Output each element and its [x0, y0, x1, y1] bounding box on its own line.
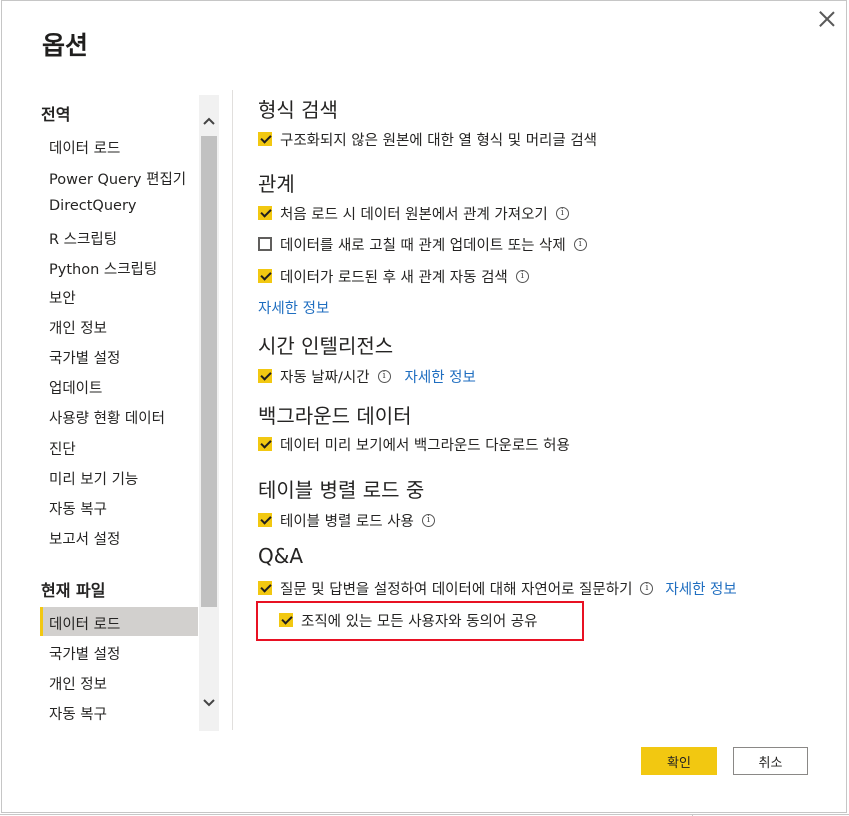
option-parallel-load[interactable]: 테이블 병렬 로드 사용 i [258, 510, 435, 530]
sidebar-item-file-data-load[interactable]: 데이터 로드 [49, 613, 120, 634]
sidebar-item-r-scripting[interactable]: R 스크립팅 [49, 228, 117, 249]
checkbox-unchecked-icon[interactable] [258, 237, 272, 251]
checkbox-checked-icon[interactable] [258, 206, 272, 220]
sidebar-item-updates[interactable]: 업데이트 [49, 377, 102, 398]
option-autodetect-relationships[interactable]: 데이터가 로드된 후 새 관계 자동 검색 i [258, 266, 529, 286]
option-qna[interactable]: 질문 및 답변을 설정하여 데이터에 대해 자연어로 질문하기 i 자세한 정보 [258, 578, 737, 598]
checkbox-checked-icon[interactable] [258, 513, 272, 527]
sidebar-item-security[interactable]: 보안 [49, 287, 76, 308]
sidebar-item-privacy[interactable]: 개인 정보 [49, 317, 107, 338]
sidebar-item-python-scripting[interactable]: Python 스크립팅 [49, 258, 157, 279]
option-update-relationships[interactable]: 데이터를 새로 고칠 때 관계 업데이트 또는 삭제 i [258, 234, 587, 254]
group-heading-time-intelligence: 시간 인텔리전스 [258, 334, 394, 358]
sidebar-item-file-regional-settings[interactable]: 국가별 설정 [49, 643, 120, 664]
info-icon[interactable]: i [515, 269, 529, 283]
option-label: 자동 날짜/시간 [280, 369, 370, 386]
group-heading-relationships: 관계 [258, 172, 295, 196]
info-icon[interactable]: i [573, 237, 587, 251]
info-icon[interactable]: i [421, 513, 435, 527]
option-label: 테이블 병렬 로드 사용 [280, 513, 414, 530]
sidebar-item-diagnostics[interactable]: 진단 [49, 438, 76, 459]
learn-more-link-relationships[interactable]: 자세한 정보 [258, 297, 329, 318]
checkbox-checked-icon[interactable] [258, 369, 272, 383]
sidebar-item-regional-settings[interactable]: 국가별 설정 [49, 347, 120, 368]
sidebar-heading-global: 전역 [41, 105, 71, 124]
option-label: 질문 및 답변을 설정하여 데이터에 대해 자연어로 질문하기 [280, 581, 633, 598]
group-heading-qna: Q&A [258, 544, 304, 568]
option-label: 데이터를 새로 고칠 때 관계 업데이트 또는 삭제 [280, 237, 566, 254]
close-icon[interactable] [814, 7, 840, 33]
background-edge-line [0, 814, 849, 815]
dialog-title: 옵션 [42, 31, 89, 60]
option-label: 데이터 미리 보기에서 백그라운드 다운로드 허용 [280, 437, 570, 454]
info-icon[interactable]: i [377, 369, 391, 383]
sidebar-selection-indicator [40, 607, 43, 636]
ok-button[interactable]: 확인 [641, 747, 717, 775]
sidebar-item-file-privacy[interactable]: 개인 정보 [49, 673, 107, 694]
sidebar-heading-current-file: 현재 파일 [41, 581, 106, 600]
option-type-detection[interactable]: 구조화되지 않은 원본에 대한 열 형식 및 머리글 검색 [258, 129, 597, 149]
checkbox-checked-icon[interactable] [258, 132, 272, 146]
sidebar-item-file-auto-recovery[interactable]: 자동 복구 [49, 703, 107, 724]
cancel-button[interactable]: 취소 [733, 747, 808, 775]
sidebar-item-directquery[interactable]: DirectQuery [49, 198, 136, 214]
chevron-up-icon[interactable] [201, 114, 217, 130]
group-heading-type-detection: 형식 검색 [258, 98, 338, 122]
checkbox-checked-icon[interactable] [258, 437, 272, 451]
option-auto-date-time[interactable]: 자동 날짜/시간 i 자세한 정보 [258, 366, 476, 386]
pane-divider [232, 90, 233, 730]
info-icon[interactable]: i [640, 581, 654, 595]
option-label: 데이터가 로드된 후 새 관계 자동 검색 [280, 269, 508, 286]
sidebar-item-report-settings[interactable]: 보고서 설정 [49, 528, 120, 549]
option-label: 구조화되지 않은 원본에 대한 열 형식 및 머리글 검색 [280, 132, 598, 149]
option-label: 처음 로드 시 데이터 원본에서 관계 가져오기 [280, 206, 548, 223]
sidebar-item-usage-data[interactable]: 사용량 현황 데이터 [49, 407, 165, 428]
checkbox-checked-icon[interactable] [258, 269, 272, 283]
learn-more-link-time-intelligence[interactable]: 자세한 정보 [405, 366, 476, 387]
option-background-data[interactable]: 데이터 미리 보기에서 백그라운드 다운로드 허용 [258, 434, 570, 454]
option-import-relationships[interactable]: 처음 로드 시 데이터 원본에서 관계 가져오기 i [258, 203, 569, 223]
sidebar-item-power-query-editor[interactable]: Power Query 편집기 [49, 168, 186, 189]
learn-more-link-qna[interactable]: 자세한 정보 [665, 578, 736, 599]
sidebar-item-data-load[interactable]: 데이터 로드 [49, 137, 120, 158]
sidebar-item-auto-recovery[interactable]: 자동 복구 [49, 498, 107, 519]
info-icon[interactable]: i [555, 206, 569, 220]
group-heading-background-data: 백그라운드 데이터 [258, 404, 412, 428]
checkbox-checked-icon[interactable] [258, 581, 272, 595]
group-heading-parallel-load: 테이블 병렬 로드 중 [258, 478, 425, 502]
sidebar-item-preview-features[interactable]: 미리 보기 기능 [49, 468, 138, 489]
sidebar-scrollbar-thumb[interactable] [201, 136, 217, 607]
chevron-down-icon[interactable] [201, 694, 217, 710]
highlight-box [256, 601, 584, 641]
